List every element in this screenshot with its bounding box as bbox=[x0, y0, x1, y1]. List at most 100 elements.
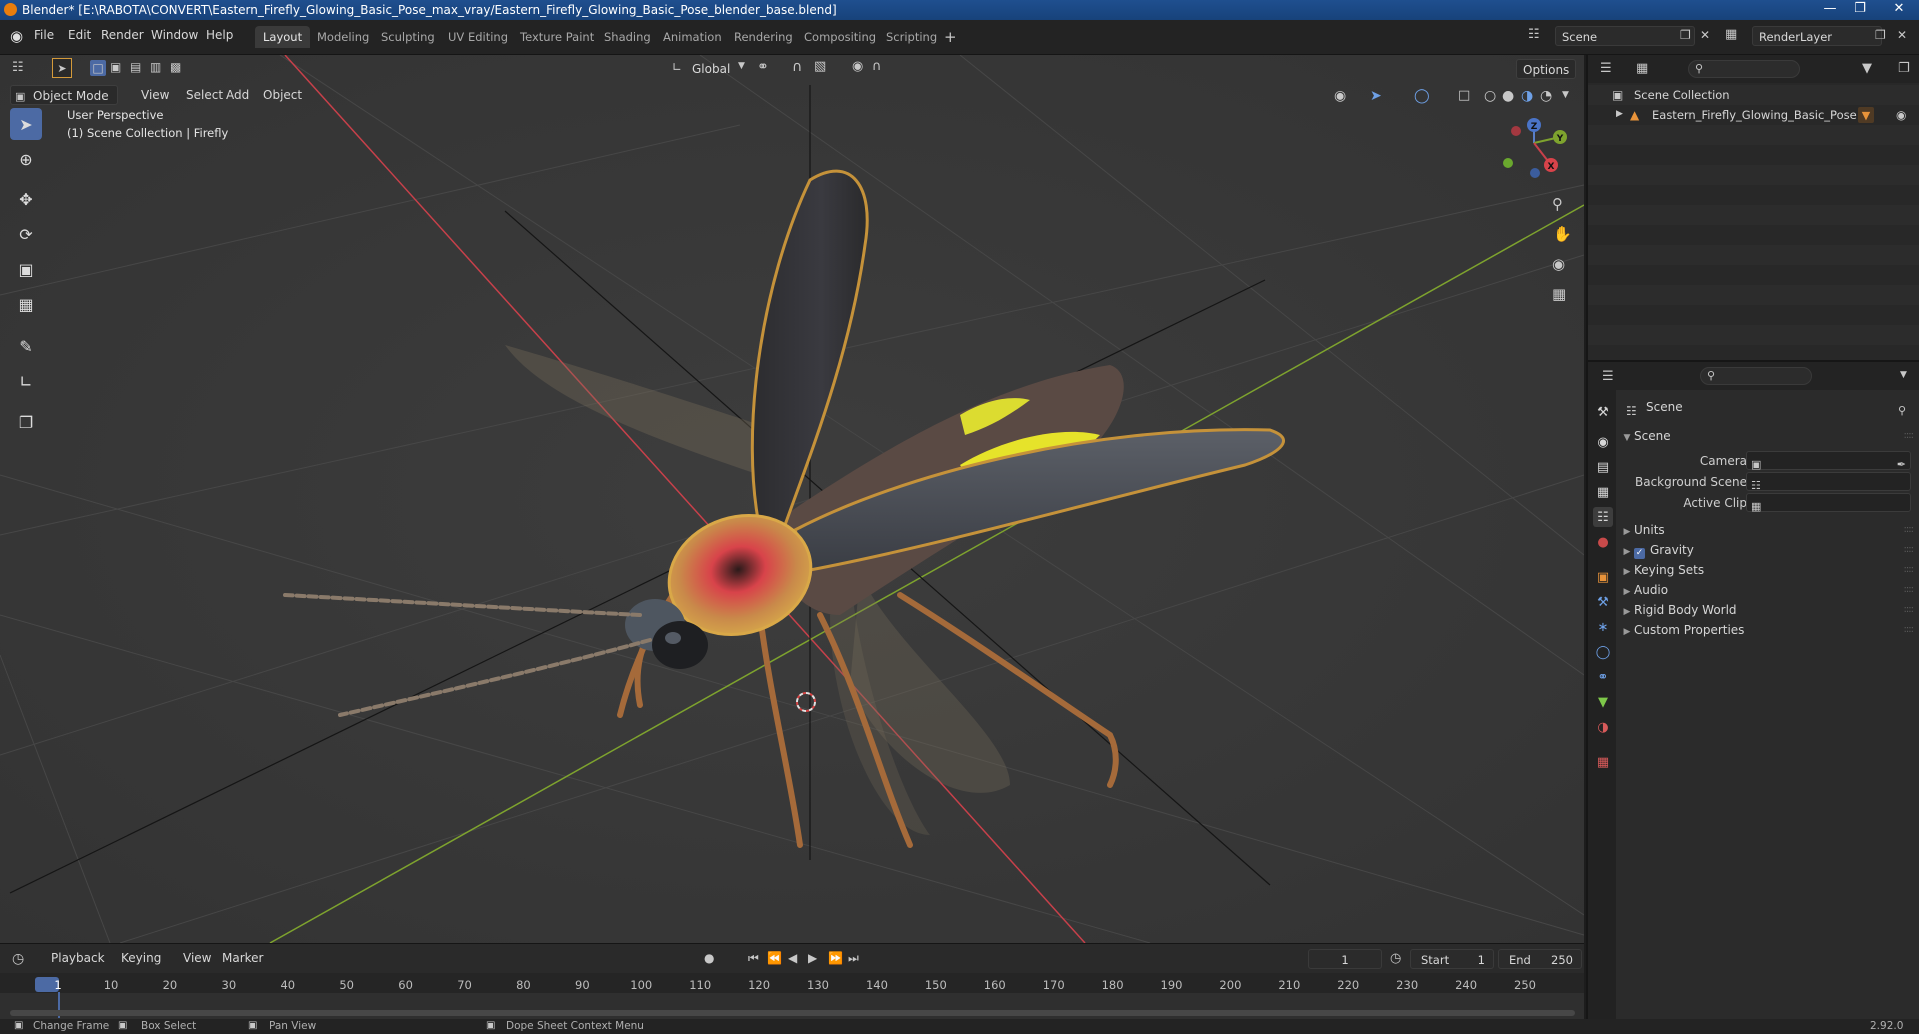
pivot-point-icon[interactable]: ⚭ bbox=[757, 59, 769, 75]
outliner-row-firefly[interactable]: ▶ ▲ Eastern_Firefly_Glowing_Basic_Pose ▼… bbox=[1588, 105, 1919, 125]
wireframe-shading-icon[interactable]: ○ bbox=[1484, 88, 1496, 104]
transform-orientation-dropdown[interactable]: Global bbox=[686, 59, 736, 79]
snap-magnet-icon[interactable]: ∩ bbox=[792, 59, 802, 75]
annotate-tool[interactable]: ✎ bbox=[10, 330, 42, 362]
menu-object[interactable]: Object bbox=[257, 85, 308, 105]
view-layer-tab-icon[interactable]: ▦ bbox=[1593, 482, 1613, 502]
tab-compositing[interactable]: Compositing bbox=[796, 26, 884, 48]
select-box-tool[interactable]: ➤ bbox=[10, 108, 42, 140]
tab-uv-editing[interactable]: UV Editing bbox=[440, 26, 516, 48]
particles-tab-icon[interactable]: ∗ bbox=[1593, 617, 1613, 637]
material-tab-icon[interactable]: ◑ bbox=[1593, 717, 1613, 737]
scene-field[interactable]: Scene bbox=[1555, 26, 1695, 46]
close-window-button[interactable]: ✕ bbox=[1880, 0, 1918, 18]
timeline-editor-icon[interactable]: ◷ bbox=[12, 951, 24, 967]
object-mode-dropdown[interactable]: Object Mode bbox=[10, 85, 118, 105]
proportional-falloff-icon[interactable]: ∩ bbox=[872, 59, 882, 74]
armature-data-icon[interactable]: ▼ bbox=[1858, 107, 1874, 123]
maximize-button[interactable]: ❐ bbox=[1846, 0, 1874, 18]
scene-tab-icon[interactable]: ☷ bbox=[1593, 507, 1613, 527]
menu-render[interactable]: Render bbox=[101, 28, 144, 42]
tab-rendering[interactable]: Rendering bbox=[726, 26, 801, 48]
measure-tool[interactable]: ∟ bbox=[10, 365, 42, 397]
snap-target-icon[interactable]: ▧ bbox=[814, 59, 826, 74]
select-tool-button[interactable]: ➤ bbox=[52, 58, 72, 78]
gizmo-toggle-icon[interactable]: ➤ bbox=[1370, 88, 1382, 104]
new-scene-icon[interactable]: ❐ bbox=[1680, 28, 1691, 42]
jump-end-icon[interactable]: ⏭ bbox=[848, 951, 859, 966]
menu-playback[interactable]: Playback bbox=[45, 948, 111, 968]
add-workspace-icon[interactable]: + bbox=[944, 28, 957, 46]
modifier-tab-icon[interactable]: ⚒ bbox=[1593, 592, 1613, 612]
physics-tab-icon[interactable]: ◯ bbox=[1593, 642, 1613, 662]
cursor-tool[interactable]: ⊕ bbox=[10, 143, 42, 175]
record-icon[interactable]: ● bbox=[704, 951, 714, 965]
select-invert-icon[interactable]: ▥ bbox=[150, 60, 161, 74]
prev-keyframe-icon[interactable]: ⏪ bbox=[767, 951, 782, 965]
select-extend-icon[interactable]: ▣ bbox=[110, 60, 121, 74]
render-tab-icon[interactable]: ◉ bbox=[1593, 432, 1613, 452]
properties-editor-icon[interactable]: ☰ bbox=[1602, 369, 1614, 384]
camera-field[interactable]: ▣ ✒ bbox=[1746, 451, 1911, 471]
zoom-icon[interactable]: ⚲ bbox=[1552, 195, 1563, 213]
drag-handle-icon[interactable]: :::: bbox=[1904, 424, 1915, 448]
current-frame-field[interactable]: 1 bbox=[1308, 949, 1382, 969]
ortho-grid-icon[interactable]: ▦ bbox=[1552, 285, 1566, 303]
rotate-tool[interactable]: ⟳ bbox=[10, 218, 42, 250]
pin-icon[interactable]: ⚲ bbox=[1898, 400, 1906, 422]
options-dropdown[interactable]: Options bbox=[1516, 59, 1577, 79]
outliner-search-input[interactable]: ⚲ bbox=[1688, 60, 1800, 78]
visibility-eye-icon[interactable]: ◉ bbox=[1896, 108, 1906, 122]
drag-handle-icon[interactable]: :::: bbox=[1904, 618, 1915, 642]
object-data-tab-icon[interactable]: ▼ bbox=[1593, 692, 1613, 712]
tab-layout[interactable]: Layout bbox=[255, 26, 311, 48]
tab-texture-paint[interactable]: Texture Paint bbox=[512, 26, 602, 48]
tab-sculpting[interactable]: Sculpting bbox=[373, 26, 443, 48]
delete-scene-icon[interactable]: ✕ bbox=[1700, 28, 1710, 42]
solid-shading-icon[interactable]: ● bbox=[1502, 88, 1514, 104]
outliner-editor-icon[interactable]: ☰ bbox=[1600, 61, 1612, 76]
expand-arrow-icon[interactable]: ▶ bbox=[1616, 109, 1623, 119]
menu-file[interactable]: File bbox=[34, 28, 54, 42]
renderlayer-field[interactable]: RenderLayer bbox=[1752, 26, 1882, 46]
overlay-toggle-icon[interactable]: ◯ bbox=[1414, 88, 1430, 104]
delete-view-layer-icon[interactable]: ✕ bbox=[1897, 28, 1907, 42]
new-collection-icon[interactable]: ❐ bbox=[1898, 61, 1910, 76]
move-tool[interactable]: ✥ bbox=[10, 183, 42, 215]
clock-icon[interactable]: ◷ bbox=[1390, 951, 1401, 966]
next-keyframe-icon[interactable]: ⏩ bbox=[828, 951, 843, 965]
add-cube-tool[interactable]: ❐ bbox=[10, 406, 42, 438]
play-icon[interactable]: ▶ bbox=[808, 951, 817, 965]
camera-view-icon[interactable]: ◉ bbox=[1552, 255, 1565, 273]
tool-tab-icon[interactable]: ⚒ bbox=[1593, 402, 1613, 422]
menu-keying[interactable]: Keying bbox=[115, 948, 167, 968]
outliner-row-scene-collection[interactable]: ▣ Scene Collection bbox=[1588, 85, 1919, 105]
object-tab-icon[interactable]: ▣ bbox=[1593, 567, 1613, 587]
menu-edit[interactable]: Edit bbox=[68, 28, 91, 42]
select-subtract-icon[interactable]: ▤ bbox=[130, 60, 141, 74]
world-tab-icon[interactable]: ● bbox=[1593, 532, 1613, 552]
constraints-tab-icon[interactable]: ⚭ bbox=[1593, 667, 1613, 687]
new-view-layer-icon[interactable]: ❐ bbox=[1875, 28, 1886, 42]
start-frame-field[interactable]: Start 1 bbox=[1410, 949, 1494, 969]
material-shading-icon[interactable]: ◑ bbox=[1521, 88, 1533, 104]
tab-modeling[interactable]: Modeling bbox=[309, 26, 377, 48]
timeline-area[interactable]: 1 10 20 30 40 50 60 70 80 90 100 110 120 130 140 150 160… bbox=[0, 973, 1584, 1019]
tab-shading[interactable]: Shading bbox=[596, 26, 659, 48]
texture-tab-icon[interactable]: ▦ bbox=[1593, 752, 1613, 772]
pan-hand-icon[interactable]: ✋ bbox=[1553, 225, 1572, 243]
panel-scene[interactable]: ▼ Scene :::: bbox=[1616, 424, 1919, 448]
blender-menu-icon[interactable]: ◉ bbox=[10, 27, 23, 45]
select-box-mode-icon[interactable]: □ bbox=[90, 60, 106, 76]
menu-marker[interactable]: Marker bbox=[216, 948, 269, 968]
scale-tool[interactable]: ▣ bbox=[10, 253, 42, 285]
editor-type-icon[interactable]: ☷ bbox=[12, 60, 24, 75]
properties-search-input[interactable]: ⚲ bbox=[1700, 367, 1812, 385]
minimize-button[interactable]: — bbox=[1816, 0, 1844, 18]
scene-icon[interactable]: ☷ bbox=[1528, 27, 1540, 42]
proportional-edit-icon[interactable]: ◉ bbox=[852, 59, 863, 74]
menu-timeline-view[interactable]: View bbox=[177, 948, 217, 968]
view-layer-icon[interactable]: ▦ bbox=[1725, 27, 1737, 42]
play-reverse-icon[interactable]: ◀ bbox=[788, 951, 797, 965]
visibility-eye-icon[interactable]: ◉ bbox=[1334, 88, 1346, 104]
